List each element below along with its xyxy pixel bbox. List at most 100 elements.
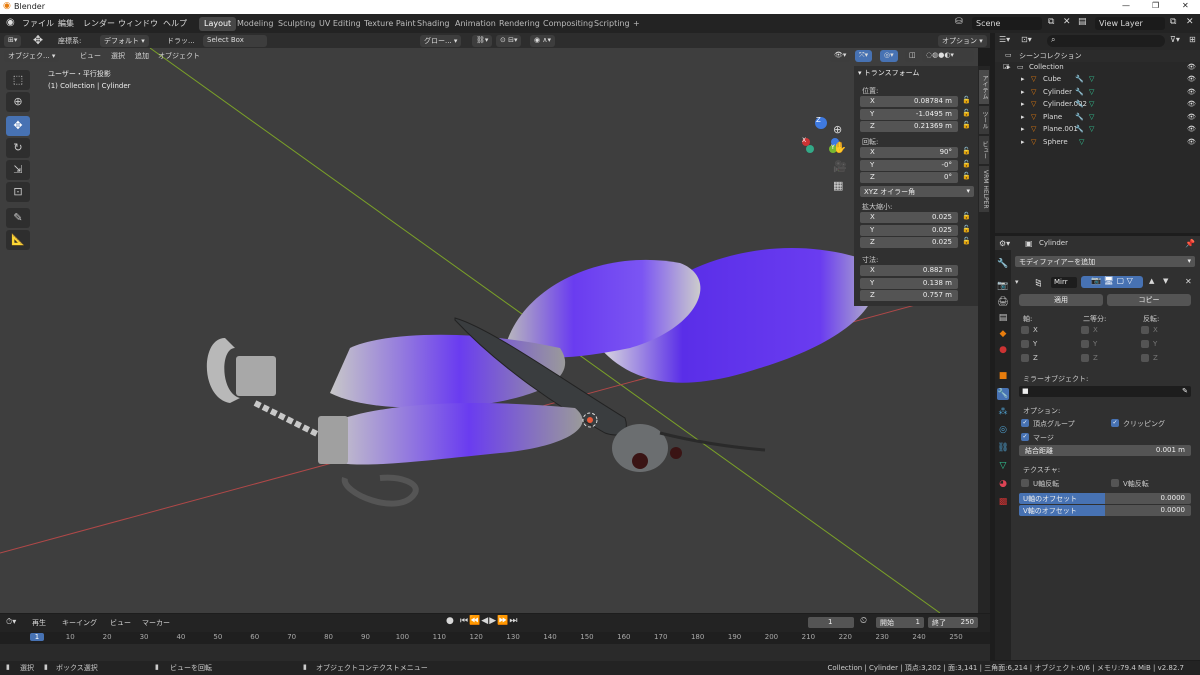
mirror-object-field[interactable]: ■ ✎: [1019, 386, 1191, 397]
output-tab-icon[interactable]: 🖨: [997, 296, 1009, 308]
clipping-checkbox[interactable]: ✓: [1111, 419, 1119, 427]
maximize-icon[interactable]: ❐: [1152, 1, 1159, 10]
transform-tool-icon[interactable]: ⊡: [6, 182, 30, 202]
modifier-visibility-icons[interactable]: 📷 🖥 ▢ ▽: [1081, 276, 1143, 288]
timeline-editor-icon[interactable]: ⏱▾: [6, 617, 16, 627]
rotation-y-field[interactable]: Y -0°: [860, 159, 958, 171]
merge-checkbox[interactable]: ✓: [1021, 433, 1029, 441]
merge-distance-field[interactable]: 結合距離 0.001 m: [1019, 445, 1191, 456]
tab-uv-editing[interactable]: UV Editing: [314, 17, 366, 31]
gizmo-toggle-icon[interactable]: ⤧▾: [855, 50, 873, 62]
axis-z-checkbox[interactable]: [1021, 354, 1029, 362]
axis-y-checkbox[interactable]: [1021, 340, 1029, 348]
eyedropper-icon[interactable]: ✎: [1182, 387, 1188, 395]
eye-icon[interactable]: 👁: [1187, 75, 1196, 83]
physics-tab-icon[interactable]: ◎: [997, 424, 1009, 436]
view-layer-selector[interactable]: View Layer: [1095, 17, 1165, 30]
move-tool-icon[interactable]: ✥: [33, 33, 43, 47]
3d-viewport[interactable]: Z X Y オブジェク... ▾ ビュー 選択 追加 オブジェクト ユーザー・平…: [0, 48, 978, 613]
expand-arrow-icon[interactable]: ▸: [1021, 113, 1025, 121]
grid-icon[interactable]: ▦: [833, 179, 843, 192]
rotation-z-field[interactable]: Z 0°: [860, 172, 958, 183]
expand-arrow-icon[interactable]: ▸: [1021, 88, 1025, 96]
expand-arrow-icon[interactable]: ▸: [1021, 100, 1025, 108]
lock-icon[interactable]: 🔓: [962, 237, 971, 245]
particles-tab-icon[interactable]: ⁂: [997, 406, 1009, 418]
tool-tab-icon[interactable]: 🔧: [997, 258, 1009, 270]
scale-tool-icon[interactable]: ⇲: [6, 160, 30, 180]
location-x-field[interactable]: X 0.08784 m: [860, 96, 958, 107]
select-tool-icon[interactable]: ⬚: [6, 70, 30, 90]
shading-modes-icon[interactable]: ◌◍●◐▾: [922, 50, 974, 62]
rotation-mode-dropdown[interactable]: XYZ オイラー角 ▾: [860, 186, 974, 197]
outliner-editor-icon[interactable]: ☰▾: [999, 35, 1010, 44]
outliner-row-plane[interactable]: ▸ ▽ Plane 🔧 ▽ 👁: [995, 112, 1200, 124]
rotation-x-field[interactable]: X 90°: [860, 147, 958, 158]
orientation-dropdown[interactable]: グロー... ▾: [420, 35, 462, 47]
tab-item[interactable]: アイテム: [979, 70, 989, 104]
location-y-field[interactable]: Y -1.0495 m: [860, 108, 958, 120]
record-icon[interactable]: ●: [446, 616, 454, 626]
tab-shading[interactable]: Shading: [412, 17, 455, 31]
rotate-tool-icon[interactable]: ↻: [6, 138, 30, 158]
lock-icon[interactable]: 🔓: [962, 147, 971, 155]
mode-dropdown[interactable]: オブジェク... ▾: [4, 50, 60, 62]
dims-y-field[interactable]: Y 0.138 m: [860, 277, 958, 289]
eye-icon[interactable]: 👁: [1187, 63, 1196, 71]
menu-playback[interactable]: 再生: [32, 618, 46, 628]
menu-add[interactable]: 追加: [135, 51, 149, 61]
pin-icon[interactable]: 📌: [1185, 239, 1195, 248]
tab-layout[interactable]: Layout: [199, 17, 237, 31]
coord-dropdown[interactable]: デフォルト ▾: [100, 35, 149, 47]
timeline-track-area[interactable]: [0, 644, 990, 661]
editor-type-icon[interactable]: ⊞▾: [4, 35, 22, 47]
vertex-groups-checkbox[interactable]: ✓: [1021, 419, 1029, 427]
new-scene-icon[interactable]: ⧉: [1048, 17, 1054, 27]
lock-icon[interactable]: 🔓: [962, 121, 971, 129]
display-mode-icon[interactable]: ⊡▾: [1021, 35, 1032, 44]
options-dropdown[interactable]: オプション ▾: [938, 35, 987, 47]
outliner-row-cylinder-002[interactable]: ▸ ▽ Cylinder.002 🔧 ▽ 👁: [995, 99, 1200, 111]
bisect-x-checkbox[interactable]: [1081, 326, 1089, 334]
tab-view[interactable]: ビュー: [979, 136, 989, 164]
new-view-layer-icon[interactable]: ⧉: [1170, 17, 1176, 27]
blender-menu-icon[interactable]: ◉: [6, 17, 15, 28]
lock-icon[interactable]: 🔓: [962, 212, 971, 220]
outliner-row-plane-001[interactable]: ▸ ▽ Plane.001 🔧 ▽ 👁: [995, 124, 1200, 136]
measure-tool-icon[interactable]: 📐: [6, 230, 30, 250]
menu-edit[interactable]: 編集: [58, 18, 74, 29]
lock-icon[interactable]: 🔓: [962, 225, 971, 233]
visibility-icon[interactable]: 👁▾: [830, 50, 851, 62]
flip-x-checkbox[interactable]: [1141, 326, 1149, 334]
world-tab-icon[interactable]: ●: [997, 344, 1009, 356]
expand-arrow-icon[interactable]: ▸: [1021, 138, 1025, 146]
xray-icon[interactable]: ◫: [905, 50, 920, 62]
scene-selector[interactable]: Scene: [972, 17, 1042, 30]
current-frame-field[interactable]: 1: [808, 617, 854, 628]
material-tab-icon[interactable]: ◕: [997, 478, 1009, 490]
camera-icon[interactable]: 🎥: [833, 160, 847, 173]
end-frame-field[interactable]: 終了 250: [928, 617, 978, 628]
new-collection-icon[interactable]: ⊞: [1189, 35, 1196, 44]
tab-vrm-helper[interactable]: VRM HELPER: [979, 166, 989, 212]
cursor-tool-icon[interactable]: ⊕: [6, 92, 30, 112]
bisect-y-checkbox[interactable]: [1081, 340, 1089, 348]
pivot-icon[interactable]: ⛓▾: [472, 35, 493, 47]
playback-controls-icon[interactable]: ⏮⏪◀▶⏩⏭: [460, 616, 518, 626]
copy-button[interactable]: コピー: [1107, 294, 1191, 306]
location-z-field[interactable]: Z 0.21369 m: [860, 121, 958, 132]
scale-x-field[interactable]: X 0.025: [860, 212, 958, 223]
lock-icon[interactable]: 🔓: [962, 160, 971, 168]
drag-dropdown[interactable]: Select Box: [203, 35, 267, 47]
snap-icon[interactable]: ⊙ ⊟▾: [496, 35, 522, 47]
scene-tab-icon[interactable]: ◆: [997, 328, 1009, 340]
tab-tool[interactable]: ツール: [979, 106, 989, 134]
move-down-icon[interactable]: ▼: [1163, 277, 1168, 285]
render-tab-icon[interactable]: 📷: [997, 280, 1009, 292]
scale-y-field[interactable]: Y 0.025: [860, 224, 958, 236]
scale-z-field[interactable]: Z 0.025: [860, 237, 958, 248]
filter-icon[interactable]: ⊽▾: [1170, 35, 1180, 44]
v-flip-checkbox[interactable]: [1111, 479, 1119, 487]
start-frame-field[interactable]: 開始 1: [876, 617, 924, 628]
add-modifier-dropdown[interactable]: モディファイアーを追加 ▾: [1015, 256, 1195, 267]
